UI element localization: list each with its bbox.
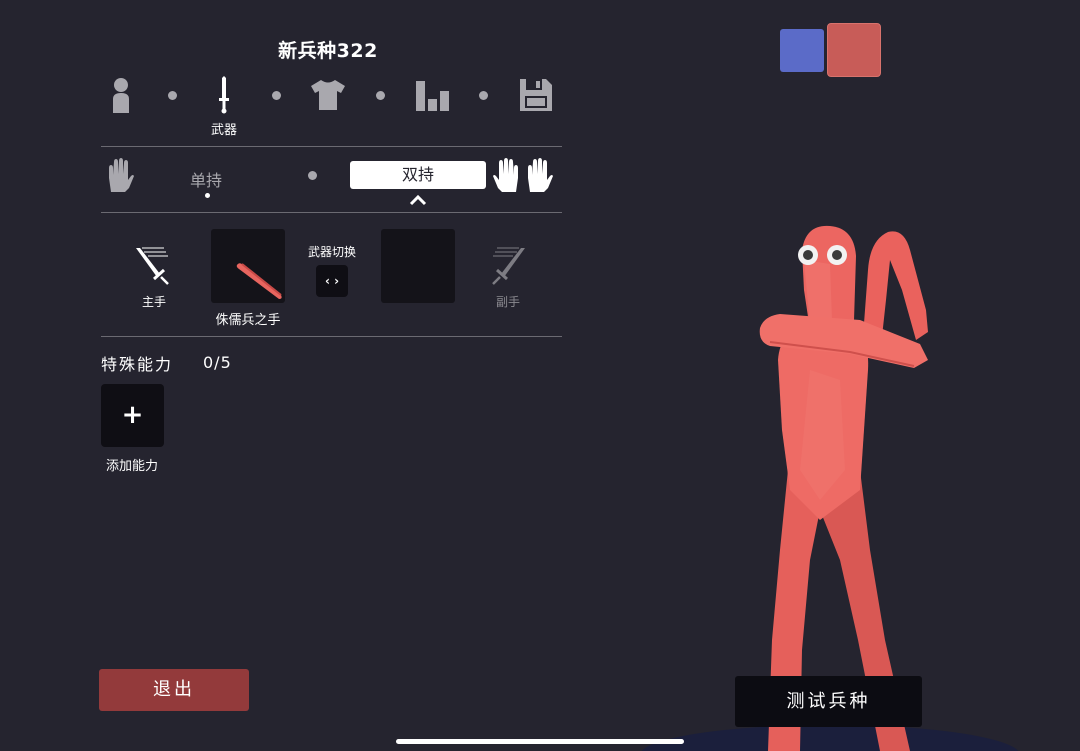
nav-separator — [376, 91, 385, 100]
main-weapon-slot[interactable] — [211, 229, 285, 303]
divider — [101, 146, 562, 147]
home-indicator[interactable] — [396, 739, 684, 744]
abilities-count: 0/5 — [203, 353, 232, 372]
unit-title: 新兵种322 — [278, 40, 378, 62]
divider — [101, 336, 562, 337]
person-icon[interactable] — [106, 76, 136, 114]
divider — [101, 212, 562, 213]
grip-separator — [308, 171, 317, 180]
off-hand-sword-icon — [489, 246, 527, 286]
single-hand-icon — [104, 157, 136, 193]
dual-grip-button[interactable]: 双持 — [350, 161, 486, 189]
team-red-swatch[interactable] — [827, 23, 881, 77]
nav-separator — [272, 91, 281, 100]
add-ability-button[interactable]: + — [101, 384, 164, 447]
nav-weapon-label: 武器 — [210, 123, 237, 138]
bar-chart-icon[interactable] — [413, 78, 451, 112]
main-hand-sword-icon — [134, 246, 172, 286]
main-hand-label: 主手 — [141, 295, 166, 309]
dual-hands-icon — [492, 156, 554, 194]
add-ability-label: 添加能力 — [105, 459, 158, 474]
weapon-switch-label: 武器切换 — [307, 245, 356, 259]
off-hand-label: 副手 — [495, 295, 520, 309]
team-blue-swatch[interactable] — [780, 29, 824, 72]
main-weapon-name: 侏儒兵之手 — [215, 313, 281, 328]
unit-preview-figure[interactable] — [740, 220, 950, 751]
exit-button[interactable]: 退出 — [99, 669, 249, 711]
weapon-switch-button[interactable]: ‹ › — [316, 265, 348, 297]
abilities-title: 特殊能力 — [101, 355, 174, 374]
test-unit-button[interactable]: 测试兵种 — [735, 676, 922, 727]
shirt-icon[interactable] — [309, 78, 347, 112]
nav-separator — [479, 91, 488, 100]
sword-icon[interactable] — [209, 76, 239, 114]
off-hand-weapon-slot[interactable] — [381, 229, 455, 303]
selection-indicator-dot — [205, 193, 210, 198]
floppy-disk-icon[interactable] — [517, 76, 555, 114]
nav-separator — [168, 91, 177, 100]
chevron-up-icon — [409, 191, 427, 206]
single-grip-option[interactable]: 单持 — [190, 167, 222, 191]
